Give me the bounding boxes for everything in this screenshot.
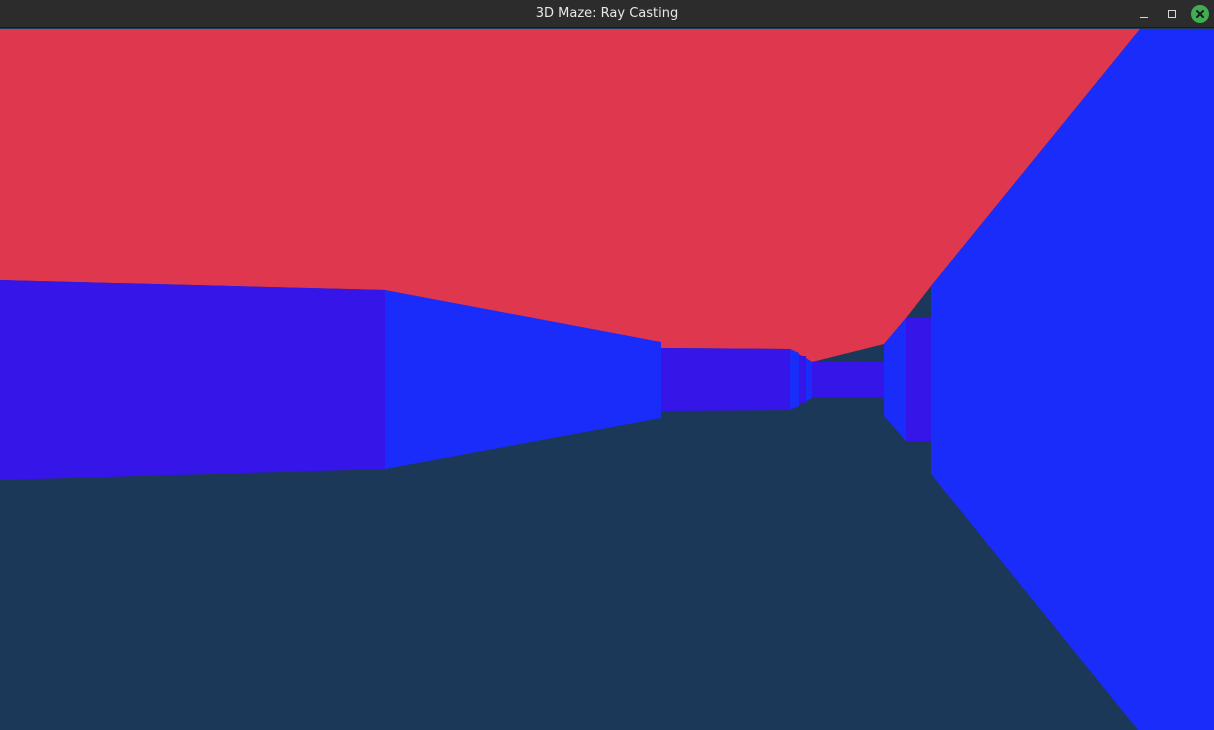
left-wall-near	[0, 280, 385, 480]
far-wall-segment-4	[806, 358, 812, 401]
far-wall-end	[812, 362, 884, 397]
app-window: 3D Maze: Ray Casting	[0, 0, 1214, 730]
maximize-icon	[1168, 10, 1176, 18]
title-bar[interactable]: 3D Maze: Ray Casting	[0, 0, 1214, 28]
maximize-button[interactable]	[1162, 4, 1182, 24]
close-button[interactable]	[1190, 4, 1210, 24]
minimize-button[interactable]	[1134, 4, 1154, 24]
far-wall-segment-1	[661, 348, 790, 411]
close-icon	[1191, 5, 1209, 23]
minimize-icon	[1140, 16, 1148, 18]
raycast-scene	[0, 29, 1214, 730]
window-title: 3D Maze: Ray Casting	[535, 6, 679, 21]
far-wall-segment-3	[799, 356, 806, 403]
right-wall-mid	[906, 318, 931, 441]
far-wall-segment-2	[790, 349, 799, 410]
game-viewport[interactable]	[0, 29, 1214, 730]
